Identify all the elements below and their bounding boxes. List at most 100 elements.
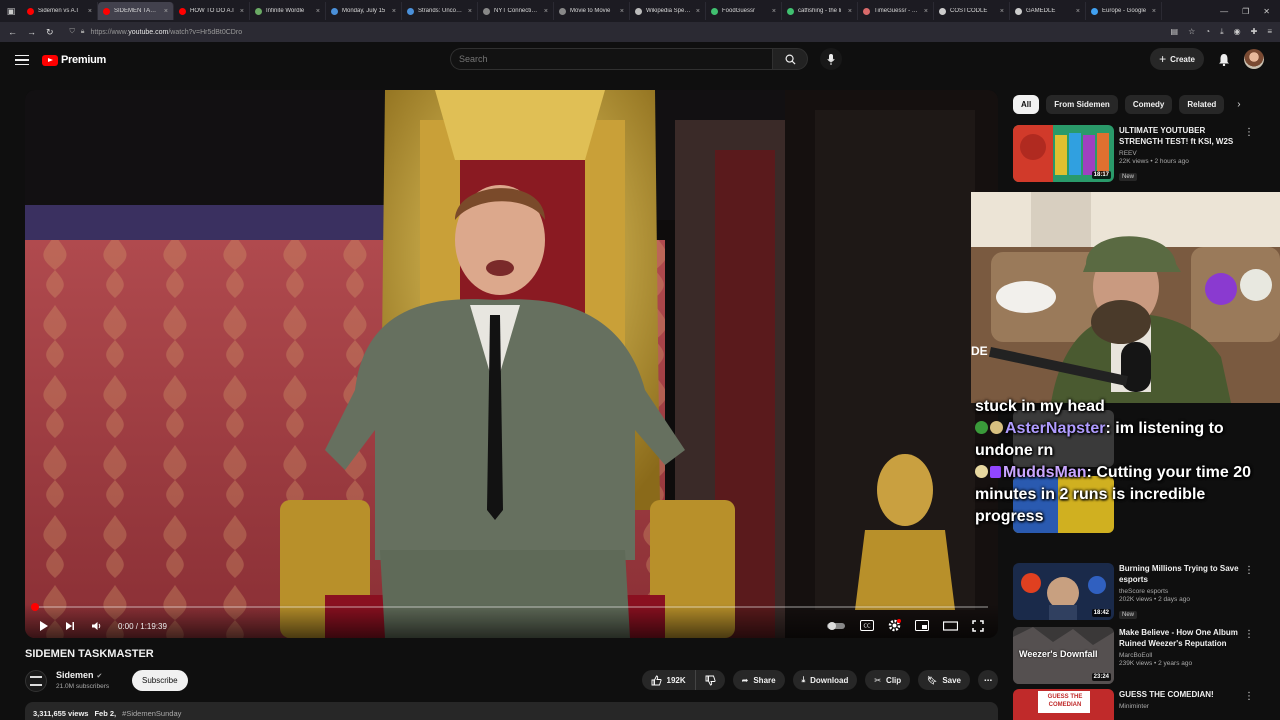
tab-close-icon[interactable]: × xyxy=(392,8,396,15)
browser-tab[interactable]: catfishing - the li × xyxy=(782,2,858,20)
rec-channel[interactable]: MarcBoEoll xyxy=(1119,652,1247,659)
more-vertical-icon[interactable]: ⋮ xyxy=(1244,127,1254,138)
channel-name[interactable]: Sidemen ✔ xyxy=(56,670,102,680)
more-vertical-icon[interactable]: ⋮ xyxy=(1244,629,1254,640)
recommendation-item[interactable]: 18:42 Burning Millions Trying to Save es… xyxy=(1013,563,1268,625)
maximize-icon[interactable]: ❐ xyxy=(1242,7,1249,16)
browser-tab[interactable]: Monday, July 15 × xyxy=(326,2,402,20)
back-icon[interactable]: ← xyxy=(8,27,17,37)
browser-tab[interactable]: Movie to Movie × xyxy=(554,2,630,20)
chip-from-sidemen[interactable]: From Sidemen xyxy=(1046,95,1118,114)
recommendation-item[interactable]: GUESS THE COMEDIAN GUESS THE COMEDIAN! M… xyxy=(1013,689,1268,720)
thumbnail[interactable]: Weezer's Downfall 23:24 xyxy=(1013,627,1114,684)
reader-icon[interactable]: ▤ xyxy=(1171,27,1179,37)
recommendation-item[interactable]: Weezer's Downfall 23:24 Make Believe - H… xyxy=(1013,627,1268,689)
download-button[interactable]: ⤓ Download xyxy=(792,670,858,690)
hashtag-link[interactable]: #SidemenSunday xyxy=(122,709,181,718)
autoplay-toggle-icon[interactable] xyxy=(826,621,846,631)
account-icon[interactable]: ◉ xyxy=(1234,27,1241,37)
theater-mode-icon[interactable] xyxy=(943,620,958,631)
browser-tab[interactable]: Infinite Wordle × xyxy=(250,2,326,20)
share-button[interactable]: ➦ Share xyxy=(732,670,785,690)
tab-close-icon[interactable]: × xyxy=(544,8,548,15)
pocket-icon[interactable]: ◔ xyxy=(1205,27,1210,37)
rec-channel[interactable]: REEV xyxy=(1119,150,1247,157)
chip-comedy[interactable]: Comedy xyxy=(1124,95,1173,114)
create-button[interactable]: + Create xyxy=(1150,48,1204,70)
tab-close-icon[interactable]: × xyxy=(1076,8,1080,15)
channel-avatar[interactable] xyxy=(25,670,47,692)
minimize-icon[interactable]: — xyxy=(1220,7,1228,16)
tab-close-icon[interactable]: × xyxy=(620,8,624,15)
download-icon[interactable]: ⤓ xyxy=(1220,27,1224,37)
browser-tab[interactable]: NYT Connections × xyxy=(478,2,554,20)
tab-close-icon[interactable]: × xyxy=(1000,8,1004,15)
tab-close-icon[interactable]: × xyxy=(164,8,168,15)
chevron-right-icon[interactable]: › xyxy=(1237,99,1240,110)
save-button[interactable]: 🔖︎ Save xyxy=(918,670,970,690)
more-actions-button[interactable]: ⋯ xyxy=(978,670,998,690)
more-vertical-icon[interactable]: ⋮ xyxy=(1244,565,1254,576)
next-icon[interactable] xyxy=(65,621,75,631)
more-vertical-icon[interactable]: ⋮ xyxy=(1244,691,1254,702)
browser-tab[interactable]: COSTCODLE × xyxy=(934,2,1010,20)
settings-gear-icon[interactable] xyxy=(888,619,901,632)
browser-tab[interactable]: Europe - Google × xyxy=(1086,2,1162,20)
tab-list-icon[interactable]: ▣ xyxy=(0,0,22,22)
tab-close-icon[interactable]: × xyxy=(240,8,244,15)
rec-channel[interactable]: theScore esports xyxy=(1119,588,1247,595)
fullscreen-icon[interactable] xyxy=(972,619,984,632)
voice-search-button[interactable] xyxy=(820,48,842,70)
browser-tab[interactable]: FoodGuessr × xyxy=(706,2,782,20)
rec-title[interactable]: Burning Millions Trying to Save esports xyxy=(1119,563,1247,585)
shield-icon[interactable]: ⛉ xyxy=(70,28,75,36)
browser-tab[interactable]: SIDEMEN TASKMASTER × xyxy=(98,2,174,20)
account-avatar[interactable] xyxy=(1244,49,1264,69)
tab-close-icon[interactable]: × xyxy=(924,8,928,15)
tab-close-icon[interactable]: × xyxy=(696,8,700,15)
thumbnail[interactable]: 18:17 xyxy=(1013,125,1114,182)
captions-icon[interactable]: CC xyxy=(860,620,874,631)
volume-icon[interactable] xyxy=(91,621,102,631)
like-button[interactable]: 192K xyxy=(642,670,695,690)
browser-tab[interactable]: Sidemen vs A.I × xyxy=(22,2,98,20)
thumbnail[interactable]: GUESS THE COMEDIAN xyxy=(1013,689,1114,720)
search-button[interactable] xyxy=(772,48,808,70)
reload-icon[interactable]: ↻ xyxy=(46,27,54,38)
browser-tab[interactable]: Wikipedia Speedrun! × xyxy=(630,2,706,20)
close-window-icon[interactable]: ✕ xyxy=(1263,7,1270,16)
browser-tab[interactable]: TimeGuessr - Rec × xyxy=(858,2,934,20)
search-input[interactable] xyxy=(450,48,772,70)
play-icon[interactable] xyxy=(39,620,49,632)
browser-tab[interactable]: HOW TO DO A.I × xyxy=(174,2,250,20)
progress-bar[interactable] xyxy=(31,603,988,611)
tab-close-icon[interactable]: × xyxy=(772,8,776,15)
scrubber-handle[interactable] xyxy=(31,603,39,611)
tab-close-icon[interactable]: × xyxy=(1152,8,1156,15)
rec-title[interactable]: Make Believe - How One Album Ruined Weez… xyxy=(1119,627,1247,649)
recommendation-item[interactable]: 18:17 ULTIMATE YOUTUBER STRENGTH TEST! f… xyxy=(1013,125,1268,187)
thumbnail[interactable]: 18:42 xyxy=(1013,563,1114,620)
dislike-button[interactable] xyxy=(694,670,725,690)
guide-menu-icon[interactable] xyxy=(15,54,29,66)
chip-all[interactable]: All xyxy=(1013,95,1040,114)
notifications-bell-icon[interactable] xyxy=(1218,53,1230,66)
menu-icon[interactable]: ≡ xyxy=(1267,27,1272,37)
clip-button[interactable]: ✂ Clip xyxy=(865,670,911,690)
address-bar[interactable]: ⛉ 🔒︎ https://www.youtube.com/watch?v=Hr5… xyxy=(64,25,1161,39)
description-box[interactable]: 3,311,655 views Feb 2, #SidemenSunday xyxy=(25,702,998,720)
browser-tab[interactable]: GAMEDLE × xyxy=(1010,2,1086,20)
forward-icon[interactable]: → xyxy=(27,27,36,37)
browser-tab[interactable]: Strands: Uncover × xyxy=(402,2,478,20)
rec-title[interactable]: ULTIMATE YOUTUBER STRENGTH TEST! ft KSI,… xyxy=(1119,125,1247,147)
rec-channel[interactable]: Miniminter xyxy=(1119,703,1247,710)
subscribe-button[interactable]: Subscribe xyxy=(132,670,188,691)
tab-close-icon[interactable]: × xyxy=(848,8,852,15)
youtube-logo[interactable]: Premium xyxy=(42,54,106,66)
tab-close-icon[interactable]: × xyxy=(316,8,320,15)
chip-related[interactable]: Related xyxy=(1179,95,1225,114)
video-player[interactable]: 0:00 / 1:19:39 CC xyxy=(25,90,998,638)
bookmark-star-icon[interactable]: ☆ xyxy=(1188,27,1195,37)
rec-title[interactable]: GUESS THE COMEDIAN! xyxy=(1119,689,1247,700)
tab-close-icon[interactable]: × xyxy=(88,8,92,15)
